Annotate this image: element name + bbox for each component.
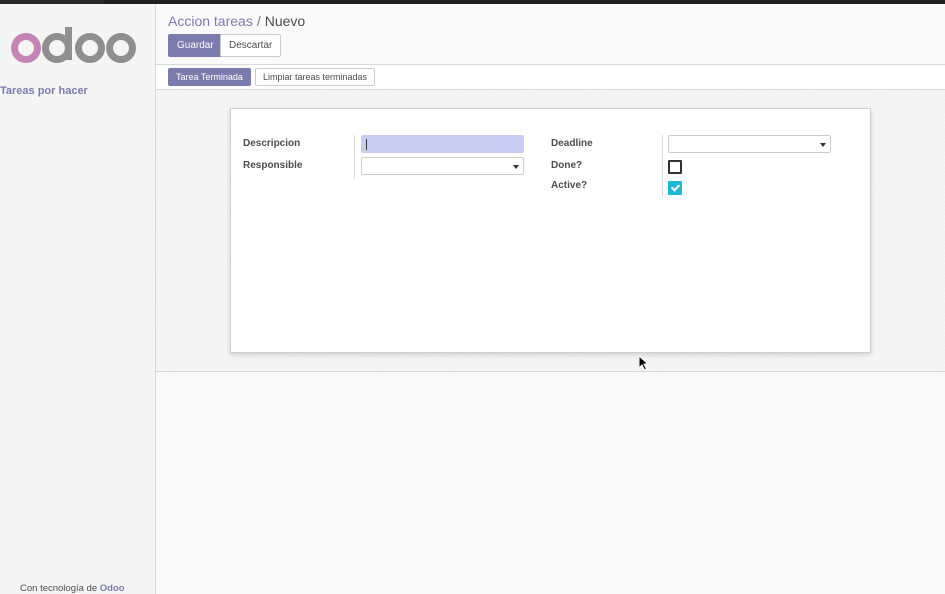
breadcrumb: Accion tareas / Nuevo [168,13,305,29]
responsible-select[interactable] [361,157,524,175]
save-button[interactable]: Guardar [168,34,223,57]
done-label: Done? [551,160,583,171]
breadcrumb-parent-link[interactable]: Accion tareas [168,13,253,29]
caret-down-icon[interactable] [820,143,826,147]
mouse-pointer-icon [638,355,650,371]
control-panel: Accion tareas / Nuevo Guardar Descartar [156,4,945,65]
powered-by: Con tecnología de Odoo [20,583,125,594]
group-divider-left [354,135,355,179]
discard-button[interactable]: Descartar [220,34,282,57]
form-sheet: Descripcion Responsible Deadline Done? A… [230,108,871,353]
active-label: Active? [551,180,588,191]
sidebar-item-tareas-por-hacer[interactable]: Tareas por hacer [0,85,88,97]
form-header: Tarea Terminada Limpiar tareas terminada… [156,65,945,90]
description-label: Descripcion [243,138,301,149]
done-checkbox[interactable] [668,160,682,174]
powered-by-text: Con tecnología de [20,583,98,594]
sidebar: Tareas por hacer Con tecnología de Odoo [0,4,156,594]
powered-by-brand-link[interactable]: Odoo [100,583,125,594]
caret-down-icon[interactable] [513,165,519,169]
group-divider-right [662,135,663,197]
breadcrumb-separator: / [256,13,261,29]
deadline-input[interactable] [668,135,831,153]
odoo-logo[interactable] [10,26,138,68]
checkmark-icon [670,182,681,192]
text-caret [366,139,367,150]
breadcrumb-current: Nuevo [264,13,306,29]
deadline-label: Deadline [551,138,593,149]
clear-done-tasks-button[interactable]: Limpiar tareas terminadas [255,68,376,86]
done-task-button[interactable]: Tarea Terminada [168,68,251,86]
responsible-label: Responsible [243,160,303,171]
description-input[interactable] [361,135,524,153]
active-checkbox[interactable] [668,181,682,195]
